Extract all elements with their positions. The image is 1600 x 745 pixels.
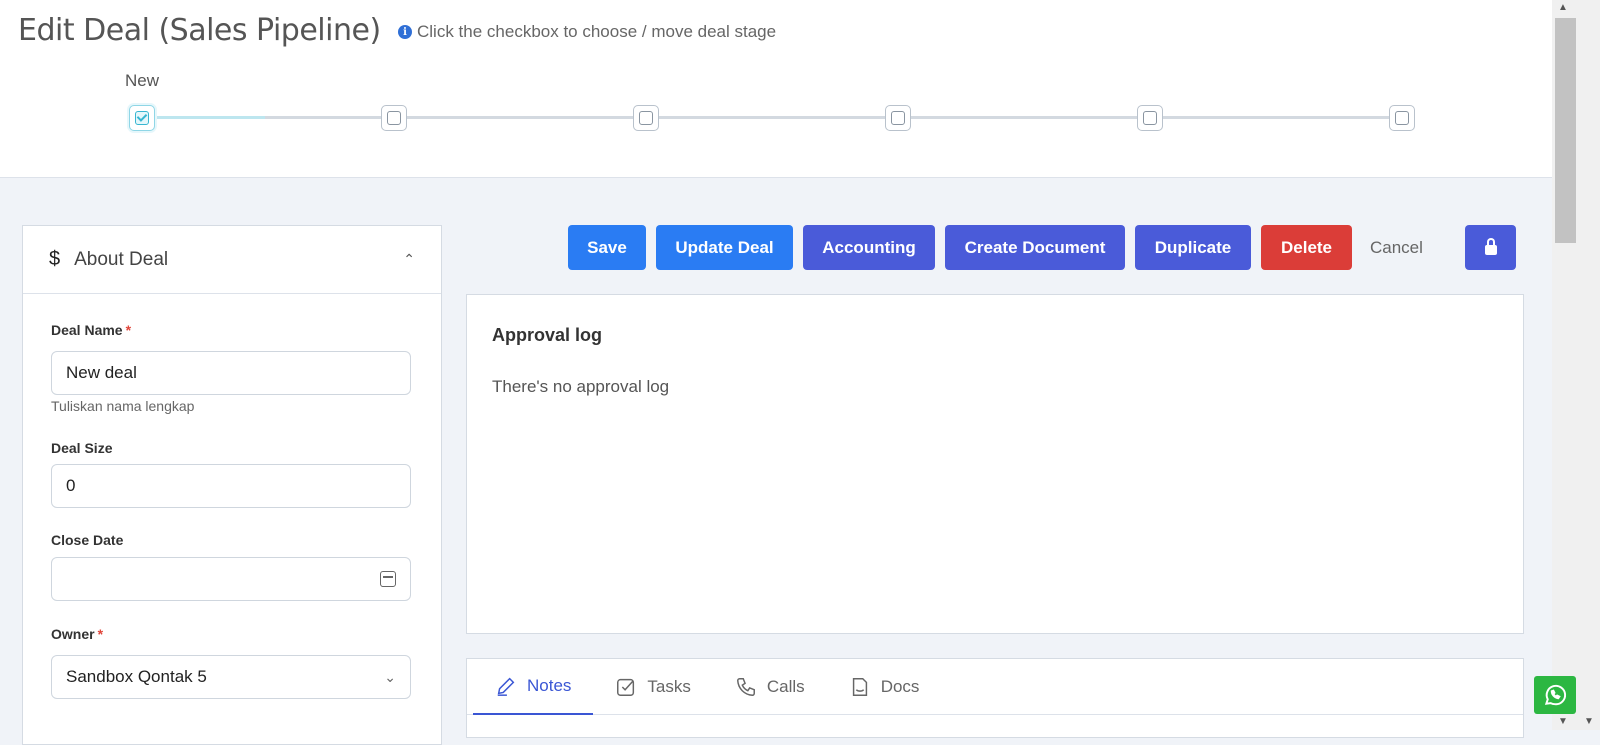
approval-log-empty: There's no approval log	[492, 377, 670, 396]
checkbox-icon	[639, 111, 653, 125]
chevron-double-up-icon[interactable]: ⌃	[403, 251, 415, 268]
checkbox-icon	[1143, 111, 1157, 125]
stage-line	[909, 116, 1145, 119]
checked-checkbox-icon	[135, 111, 149, 125]
checkbox-icon	[617, 678, 635, 696]
about-deal-header[interactable]: $ About Deal ⌃	[23, 226, 441, 294]
whatsapp-icon	[1544, 684, 1567, 706]
cancel-link[interactable]: Cancel	[1370, 225, 1423, 270]
stage-hint: i Click the checkbox to choose / move de…	[398, 22, 776, 42]
stage-line	[657, 116, 893, 119]
about-deal-title: About Deal	[74, 248, 169, 270]
scroll-up-arrow-icon[interactable]: ▲	[1558, 2, 1568, 13]
phone-icon	[736, 678, 755, 696]
document-icon	[852, 678, 867, 696]
chevron-down-icon: ⌄	[384, 668, 396, 685]
stage-checkbox-2[interactable]	[381, 105, 407, 131]
checkbox-icon	[891, 111, 905, 125]
pencil-icon	[497, 677, 515, 696]
update-deal-button[interactable]: Update Deal	[656, 225, 793, 270]
close-date-input[interactable]	[51, 557, 411, 601]
delete-button[interactable]: Delete	[1261, 225, 1352, 270]
save-button[interactable]: Save	[568, 225, 646, 270]
stage-checkbox-6[interactable]	[1389, 105, 1415, 131]
page-title: Edit Deal (Sales Pipeline)	[18, 13, 381, 48]
tab-docs[interactable]: Docs	[827, 659, 942, 715]
dollar-icon: $	[49, 248, 61, 270]
page-header: Edit Deal (Sales Pipeline) i Click the c…	[0, 0, 1552, 178]
stage-checkbox-1[interactable]	[129, 105, 155, 131]
lock-button[interactable]	[1465, 225, 1516, 270]
deal-name-help: Tuliskan nama lengkap	[51, 398, 195, 414]
accounting-button[interactable]: Accounting	[803, 225, 935, 270]
lock-icon	[1484, 238, 1497, 255]
approval-log-title: Approval log	[492, 325, 603, 345]
tab-tasks[interactable]: Tasks	[593, 659, 712, 715]
stage-line	[1161, 116, 1397, 119]
tab-calls[interactable]: Calls	[713, 659, 827, 715]
activity-panel: Notes Tasks Calls Docs	[466, 658, 1524, 738]
duplicate-button[interactable]: Duplicate	[1135, 225, 1251, 270]
owner-select[interactable]: Sandbox Qontak 5 ⌄	[51, 655, 411, 699]
current-stage-label: New	[125, 71, 160, 90]
stage-checkbox-3[interactable]	[633, 105, 659, 131]
scroll-down-arrow-icon[interactable]: ▼	[1558, 716, 1568, 727]
stage-line	[265, 116, 395, 119]
scrollbar-thumb[interactable]	[1555, 18, 1576, 243]
close-date-label: Close Date	[51, 532, 124, 548]
activity-tabs: Notes Tasks Calls Docs	[467, 659, 1523, 715]
stage-checkbox-4[interactable]	[885, 105, 911, 131]
stage-progress-line	[155, 116, 265, 119]
approval-log-panel: Approval log There's no approval log	[466, 294, 1524, 634]
stage-hint-text: Click the checkbox to choose / move deal…	[417, 22, 777, 41]
about-deal-card: $ About Deal ⌃ Deal Name * New deal Tulis…	[22, 225, 442, 745]
whatsapp-button[interactable]	[1534, 676, 1576, 714]
scroll-down-arrow-icon[interactable]: ▼	[1584, 716, 1594, 727]
checkbox-icon	[387, 111, 401, 125]
info-circle-icon: i	[398, 25, 412, 39]
tab-notes[interactable]: Notes	[473, 659, 594, 715]
create-document-button[interactable]: Create Document	[945, 225, 1125, 270]
checkbox-icon	[1395, 111, 1409, 125]
deal-size-label: Deal Size	[51, 440, 113, 456]
stage-checkbox-5[interactable]	[1137, 105, 1163, 131]
owner-label: Owner *	[51, 626, 104, 642]
calendar-icon[interactable]	[380, 571, 396, 587]
deal-name-input[interactable]: New deal	[51, 351, 411, 395]
stage-line	[405, 116, 641, 119]
deal-size-input[interactable]: 0	[51, 464, 411, 508]
deal-name-label: Deal Name *	[51, 322, 132, 338]
